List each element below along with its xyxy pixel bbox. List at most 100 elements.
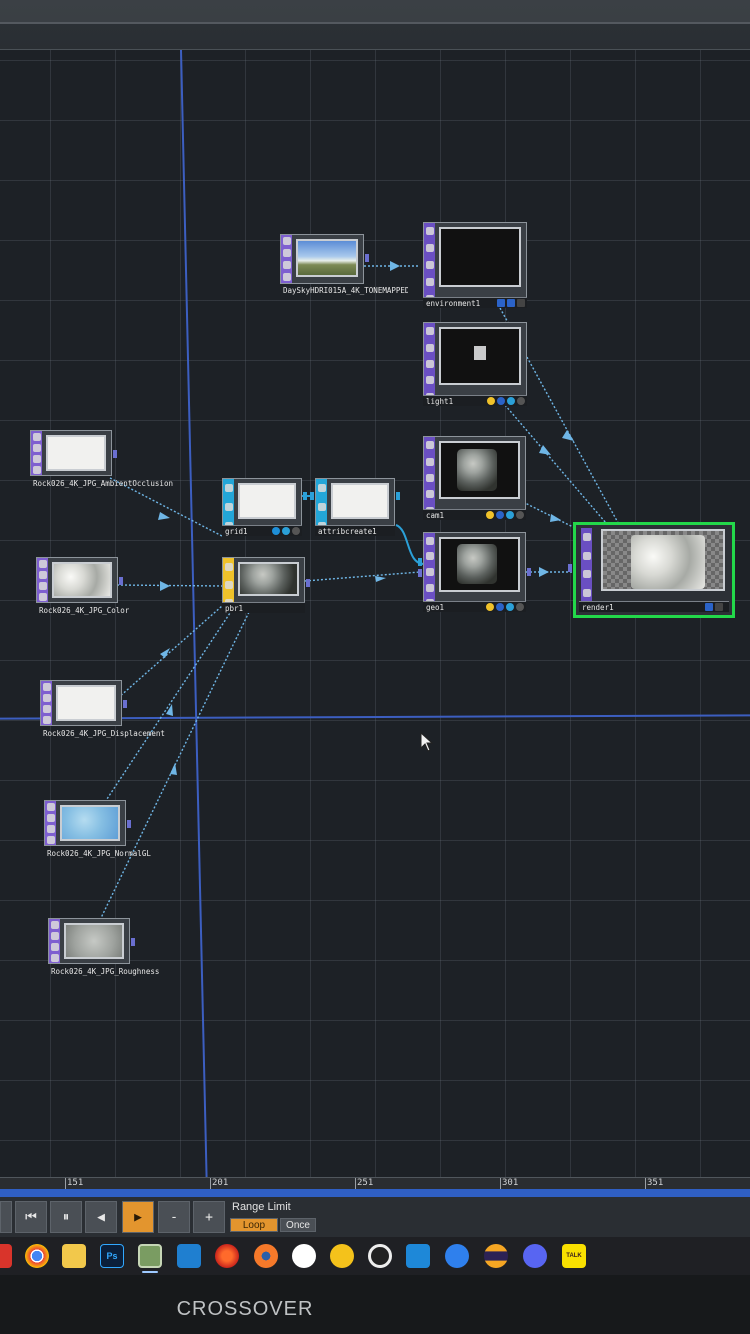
kakaotalk-icon[interactable]: TALK [562,1244,586,1268]
node-rock-color[interactable]: Rock026_4K_JPG_Color [36,557,129,619]
arrow-disp [160,648,170,658]
node-outlet[interactable] [396,492,400,500]
node-viewer [46,435,106,471]
play-icon: ▶ [134,1209,142,1225]
timeline-ruler[interactable]: 151 201 251 301 351 [0,1177,750,1190]
node-outlet[interactable] [119,577,123,585]
node-outlet[interactable] [527,568,531,576]
node-label: Rock026_4K_JPG_AmbientOcclusion [33,479,173,488]
node-inlet[interactable] [418,569,422,577]
app-blue-icon[interactable] [177,1244,201,1268]
node-pbr1[interactable]: pbr1 [222,557,310,613]
timeline-tick: 251 [354,1178,374,1190]
blender-icon[interactable] [254,1244,278,1268]
node-rock-displacement[interactable]: Rock026_4K_JPG_Displacement [40,680,165,742]
node-label: Rock026_4K_JPG_Displacement [43,729,165,738]
node-outlet[interactable] [123,700,127,708]
active-app-indicator [142,1271,158,1273]
node-render1[interactable]: render1 [568,522,735,618]
node-attribcreate1[interactable]: attribcreate1 [310,478,400,536]
loop-button[interactable]: Loop [230,1218,278,1232]
node-rock-normalgl[interactable]: Rock026_4K_JPG_NormalGL [44,800,151,862]
discord-icon[interactable] [523,1244,547,1268]
pause-button[interactable]: ⏸ [50,1201,82,1233]
rock-render-preview [631,535,705,589]
taskbar: Ps TALK [0,1237,750,1275]
network-editor[interactable]: DaySkyHDRI015A_4K_TONEMAPPED environment… [0,50,750,1177]
node-inlet[interactable] [568,564,572,572]
timeline-tick: 351 [644,1178,664,1190]
node-outlet[interactable] [127,820,131,828]
node-outlet[interactable] [113,450,117,458]
file-explorer-icon[interactable] [62,1244,86,1268]
app-a-icon[interactable] [445,1244,469,1268]
node-viewer [601,529,725,591]
node-viewer [439,537,520,592]
node-label: Rock026_4K_JPG_NormalGL [47,849,151,858]
arrow-geo [539,567,549,577]
monitor-brand-logo: CROSSOVER [176,1298,314,1320]
node-flags [486,511,524,519]
node-side-icons [37,558,48,602]
app-r-icon[interactable] [368,1244,392,1268]
node-viewer [439,441,520,499]
light-icon [474,346,486,360]
touchdesigner-icon[interactable] [138,1244,162,1268]
node-cam1[interactable]: cam1 [423,436,526,520]
arrow-rough [170,763,177,775]
houdini-icon[interactable] [215,1244,239,1268]
node-viewer [439,227,521,287]
monitor-screen: DaySkyHDRI015A_4K_TONEMAPPED environment… [0,0,750,1290]
nuke-icon[interactable] [330,1244,354,1268]
node-viewer [56,685,116,721]
unreal-engine-icon[interactable] [292,1244,316,1268]
node-label: Rock026_4K_JPG_Roughness [51,967,160,976]
arrow-light [539,445,551,455]
arrow-pbr-geo [375,576,386,582]
skip-to-start-icon: ⏮ [25,1209,37,1225]
app-red-icon[interactable] [0,1244,12,1268]
node-geo1[interactable]: geo1 [418,532,531,612]
timeline-tick: 201 [209,1178,229,1190]
timeline-bar[interactable] [0,1189,750,1197]
visual-studio-code-icon[interactable] [406,1244,430,1268]
node-inlet[interactable] [310,492,314,500]
transport-bar: ⏮ ⏸ ◀ ▶ - + Range Limit Loop Once [0,1197,750,1237]
node-flags [705,603,723,611]
node-viewer [296,239,358,277]
node-outlet[interactable] [131,938,135,946]
node-light1[interactable]: light1 [423,322,527,406]
mouse-cursor-icon [420,732,434,752]
chrome-icon[interactable] [25,1244,49,1268]
node-outlet[interactable] [303,492,307,500]
photoshop-icon[interactable]: Ps [100,1244,124,1268]
node-rock-roughness[interactable]: Rock026_4K_JPG_Roughness [48,918,159,980]
node-label: pbr1 [222,602,305,613]
minus-button[interactable]: - [158,1201,190,1233]
node-environment1[interactable]: environment1 [423,222,527,308]
timeline-tick: 151 [64,1178,84,1190]
rock-preview [457,449,497,491]
node-flags [497,299,525,307]
node-dayskyhdri[interactable]: DaySkyHDRI015A_4K_TONEMAPPED [280,234,408,295]
node-outlet[interactable] [306,579,310,587]
step-back-button[interactable]: ◀ [85,1201,117,1233]
node-rock-ambientocclusion[interactable]: Rock026_4K_JPG_AmbientOcclusion [30,430,173,492]
play-button[interactable]: ▶ [122,1201,154,1233]
node-side-icons [45,801,56,845]
node-side-icons [424,223,435,307]
node-grid1[interactable]: grid1 [222,478,307,536]
node-outlet[interactable] [365,254,369,262]
node-viewer [331,483,389,519]
plus-button[interactable]: + [193,1201,225,1233]
app-eclipse-icon[interactable] [484,1244,508,1268]
plus-icon: + [205,1209,213,1225]
timeline-tick: 301 [499,1178,519,1190]
once-button[interactable]: Once [280,1218,316,1232]
node-flags [272,527,300,535]
arrow-color [160,581,170,591]
node-viewer [60,805,120,841]
skip-to-start-button[interactable]: ⏮ [15,1201,47,1233]
node-side-icons [41,681,52,725]
node-inlet[interactable] [418,558,422,566]
